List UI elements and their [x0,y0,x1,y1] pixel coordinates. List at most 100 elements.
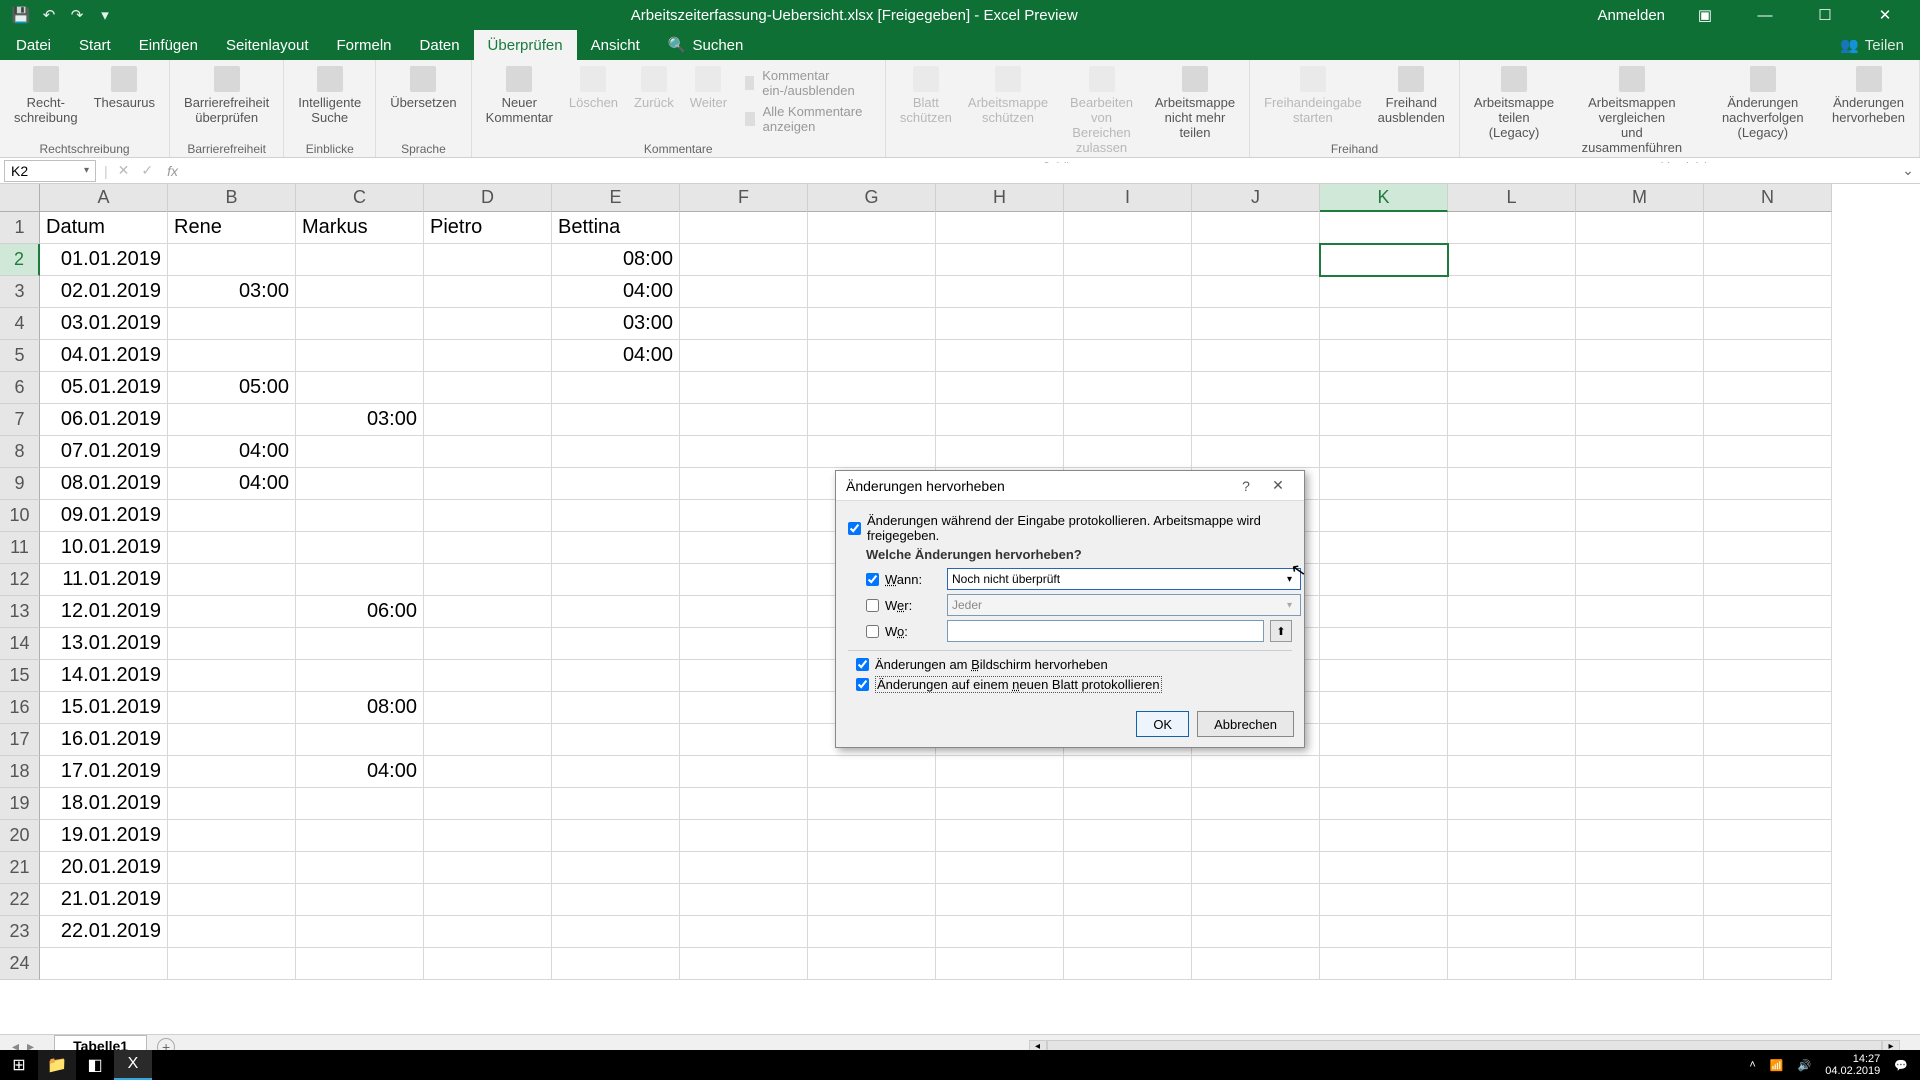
cell[interactable]: Markus [296,212,424,244]
cell[interactable] [296,788,424,820]
cell[interactable] [936,276,1064,308]
cell[interactable] [168,340,296,372]
cell[interactable] [1576,596,1704,628]
cell[interactable] [296,276,424,308]
cell[interactable] [936,308,1064,340]
tab-datei[interactable]: Datei [2,30,65,60]
cell[interactable] [552,852,680,884]
tray-network-icon[interactable]: 📶 [1770,1059,1784,1072]
cell[interactable] [1448,916,1576,948]
cell[interactable]: 02.01.2019 [40,276,168,308]
cell[interactable] [936,244,1064,276]
highlight-screen-checkbox[interactable] [856,658,869,671]
cell[interactable]: 07.01.2019 [40,436,168,468]
cell[interactable] [680,948,808,980]
who-checkbox[interactable] [866,599,879,612]
row-header-19[interactable]: 19 [0,788,40,820]
cell[interactable] [1064,788,1192,820]
ribbon-übersetzen[interactable]: Übersetzen [382,62,464,141]
ribbon-side-item[interactable]: Kommentar ein-/ausblenden [745,68,869,98]
cell[interactable] [680,884,808,916]
cell[interactable] [1704,468,1832,500]
cell[interactable] [1064,308,1192,340]
cell[interactable] [1704,916,1832,948]
cell[interactable] [680,276,808,308]
cell[interactable] [936,852,1064,884]
save-icon[interactable]: 💾 [12,6,30,24]
cell[interactable] [808,340,936,372]
col-header-N[interactable]: N [1704,184,1832,212]
cell[interactable] [1704,436,1832,468]
cell[interactable] [1448,788,1576,820]
cell[interactable]: 16.01.2019 [40,724,168,756]
cell[interactable] [1320,596,1448,628]
cell[interactable] [1448,340,1576,372]
task-view-icon[interactable]: ◧ [76,1050,114,1080]
cell[interactable] [1576,948,1704,980]
cell[interactable] [1192,884,1320,916]
cell[interactable] [296,308,424,340]
cell[interactable] [1448,468,1576,500]
cell[interactable] [424,532,552,564]
cell[interactable] [808,852,936,884]
cell[interactable] [808,404,936,436]
col-header-J[interactable]: J [1192,184,1320,212]
cell[interactable] [680,308,808,340]
cell[interactable] [296,724,424,756]
cell[interactable] [552,468,680,500]
cell[interactable] [1704,212,1832,244]
tab-ansicht[interactable]: Ansicht [577,30,654,60]
cell[interactable] [1704,724,1832,756]
cell[interactable] [1064,916,1192,948]
cell[interactable] [1320,212,1448,244]
cell[interactable] [296,500,424,532]
cell[interactable] [1448,756,1576,788]
cell[interactable] [1320,404,1448,436]
cell[interactable] [424,852,552,884]
cell[interactable] [1192,820,1320,852]
cell[interactable] [680,628,808,660]
cell[interactable] [1704,628,1832,660]
cell[interactable] [424,500,552,532]
cell[interactable] [1704,852,1832,884]
cell[interactable] [296,916,424,948]
cell[interactable] [1320,884,1448,916]
cell[interactable] [1448,436,1576,468]
cell[interactable] [1704,756,1832,788]
cell[interactable] [680,404,808,436]
cell[interactable] [1320,948,1448,980]
cell[interactable] [1064,756,1192,788]
cell[interactable] [1704,948,1832,980]
cell[interactable] [1576,884,1704,916]
cell[interactable] [168,500,296,532]
cell[interactable] [552,756,680,788]
cell[interactable] [936,756,1064,788]
cell[interactable] [1320,244,1448,276]
row-header-9[interactable]: 9 [0,468,40,500]
cell[interactable] [808,788,936,820]
cell[interactable] [296,948,424,980]
tab-daten[interactable]: Daten [406,30,474,60]
cell[interactable] [1192,244,1320,276]
signin-link[interactable]: Anmelden [1597,7,1665,24]
cell[interactable] [936,820,1064,852]
tab-überprüfen[interactable]: Überprüfen [474,30,577,60]
cell[interactable] [808,436,936,468]
cell[interactable]: 03:00 [552,308,680,340]
cell[interactable] [808,372,936,404]
cell[interactable] [168,692,296,724]
cell[interactable] [296,436,424,468]
row-header-12[interactable]: 12 [0,564,40,596]
cell[interactable] [1704,884,1832,916]
cell[interactable] [424,724,552,756]
cell[interactable] [296,820,424,852]
cell[interactable] [1448,948,1576,980]
cell[interactable] [1576,532,1704,564]
cell[interactable] [552,628,680,660]
cell[interactable]: 11.01.2019 [40,564,168,596]
cell[interactable] [1448,564,1576,596]
cell[interactable] [1576,852,1704,884]
cell[interactable] [1448,660,1576,692]
cell[interactable]: 04.01.2019 [40,340,168,372]
cell[interactable] [1320,628,1448,660]
